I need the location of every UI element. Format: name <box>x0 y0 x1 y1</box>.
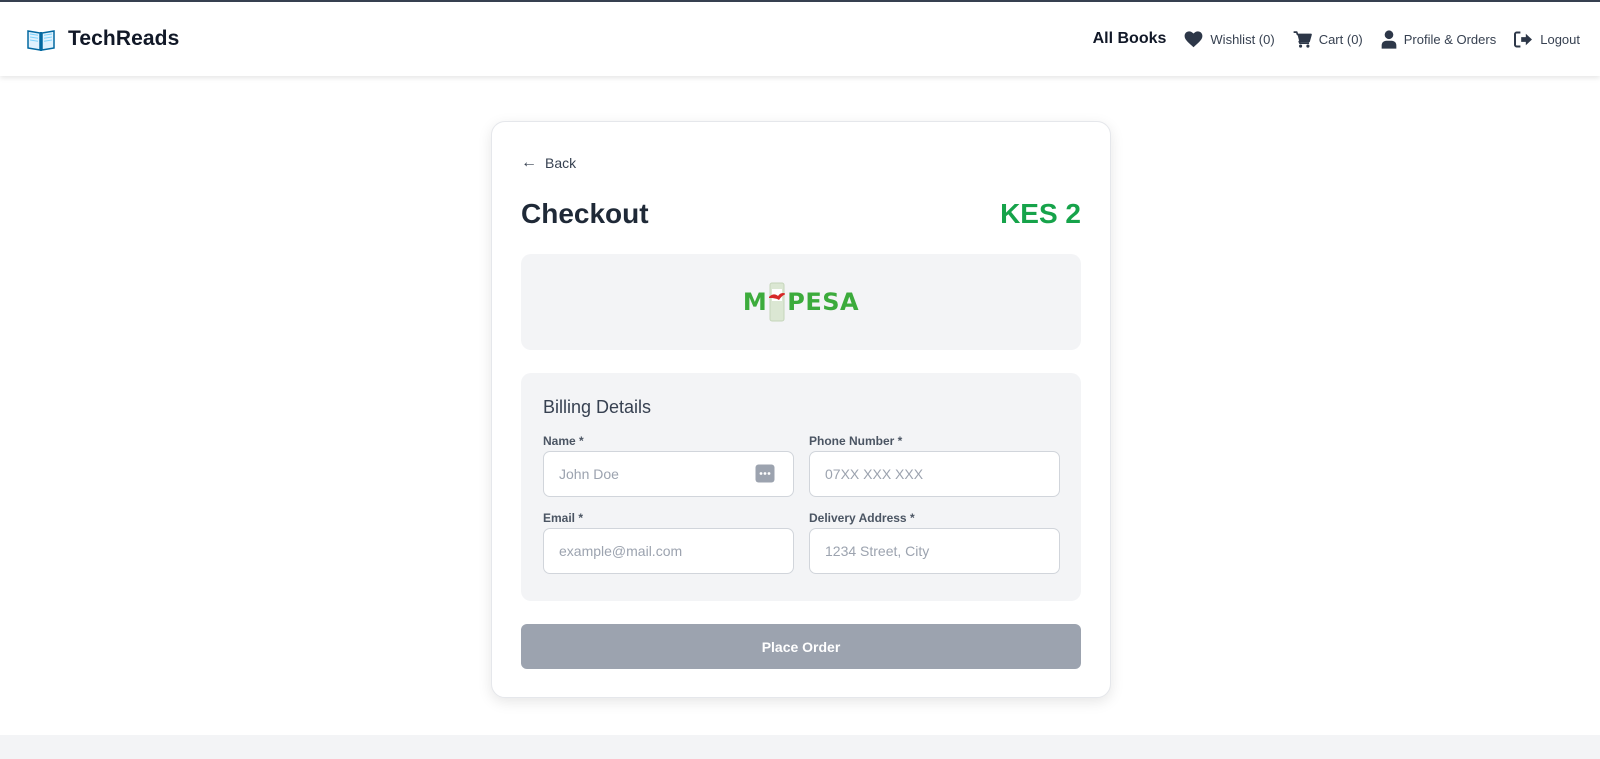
page-title: Checkout <box>521 198 649 229</box>
nav-links: All Books Wishlist (0) Cart (0) Profile … <box>1093 29 1580 49</box>
name-label: Name * <box>543 434 584 448</box>
back-link[interactable]: ← Back <box>521 154 577 172</box>
nav-wishlist[interactable]: Wishlist (0) <box>1184 30 1275 48</box>
open-book-icon <box>27 30 55 51</box>
phone-input[interactable] <box>809 451 1060 497</box>
nav-profile-label: Profile & Orders <box>1403 31 1497 47</box>
address-input[interactable] <box>809 528 1060 574</box>
billing-title: Billing Details <box>543 397 652 417</box>
navbar: TechReads All Books Wishlist (0) Cart (0… <box>0 2 1600 76</box>
brand-name: TechReads <box>68 27 180 50</box>
phone-label: Phone Number * <box>809 434 903 448</box>
autofill-icon[interactable] <box>755 464 775 483</box>
back-label: Back <box>545 155 577 171</box>
nav-cart[interactable]: Cart (0) <box>1293 30 1363 48</box>
payment-method-panel: M PESA <box>521 254 1081 350</box>
email-input[interactable] <box>543 528 794 574</box>
email-label: Email * <box>543 511 584 525</box>
footer-strip <box>0 735 1600 759</box>
nav-logout-label: Logout <box>1540 31 1580 47</box>
nav-logout[interactable]: Logout <box>1514 31 1580 48</box>
nav-all-books[interactable]: All Books <box>1093 30 1167 48</box>
cart-icon <box>1293 30 1312 48</box>
place-order-button[interactable]: Place Order <box>521 624 1081 669</box>
mpesa-phone-icon <box>769 282 786 322</box>
name-field-group: Name * <box>543 434 794 497</box>
mpesa-logo: M PESA <box>743 282 859 322</box>
checkout-card: ← Back Checkout KES 2 M PESA Billing Det… <box>491 121 1111 698</box>
nav-wishlist-label: Wishlist (0) <box>1210 31 1275 47</box>
heart-icon <box>1185 30 1203 47</box>
billing-details: Billing Details Name * Phone Number * <box>521 373 1081 601</box>
address-label: Delivery Address * <box>809 511 915 525</box>
arrow-left-icon: ← <box>521 154 537 171</box>
logout-icon <box>1514 31 1533 47</box>
phone-field-group: Phone Number * <box>809 434 1060 497</box>
address-field-group: Delivery Address * <box>809 511 1060 574</box>
nav-profile[interactable]: Profile & Orders <box>1381 29 1497 49</box>
user-icon <box>1381 29 1397 49</box>
checkout-header: Checkout KES 2 <box>521 198 1081 230</box>
brand[interactable]: TechReads <box>26 26 179 52</box>
email-field-group: Email * <box>543 511 794 574</box>
billing-form: Name * Phone Number * Email * <box>543 434 1060 574</box>
order-total: KES 2 <box>1000 198 1081 229</box>
nav-cart-label: Cart (0) <box>1318 31 1363 47</box>
